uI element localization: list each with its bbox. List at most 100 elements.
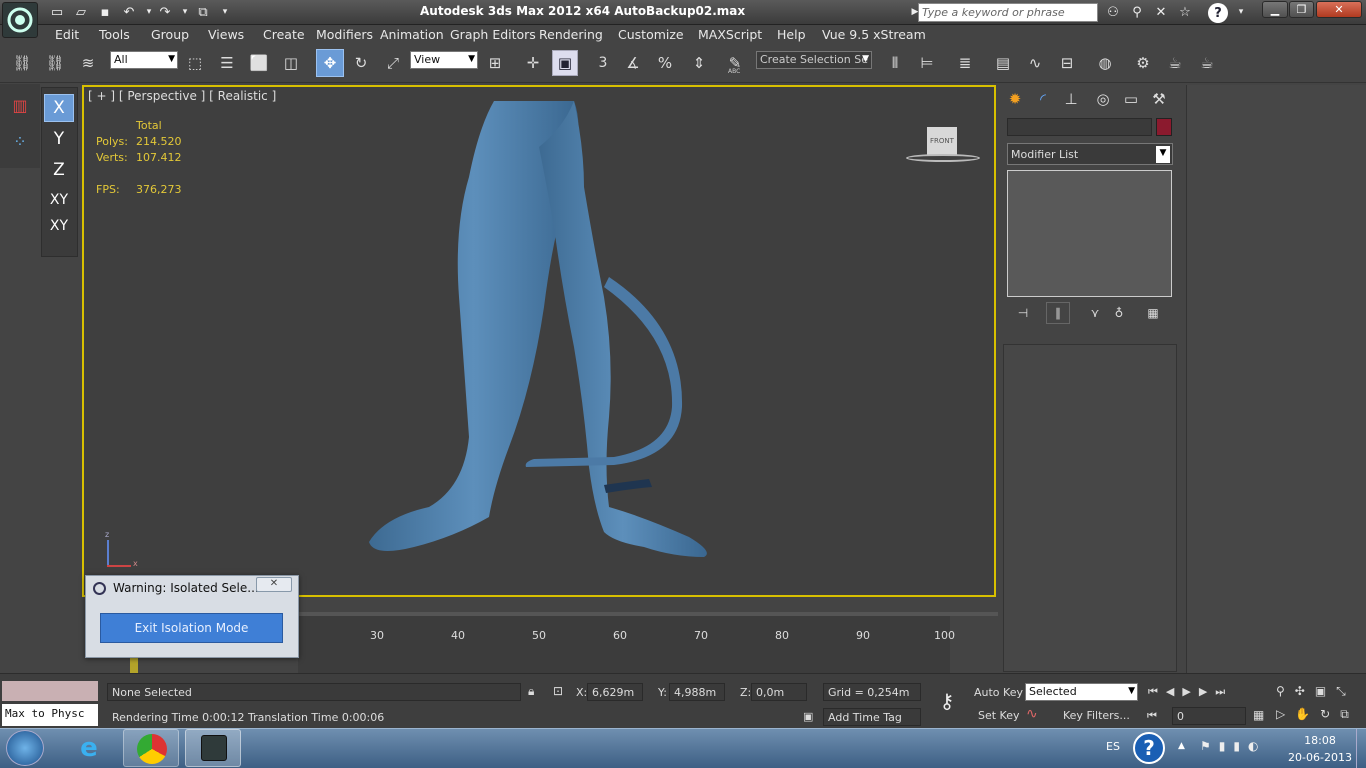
save-file-icon[interactable]: ▪ [96, 3, 114, 21]
select-and-move-icon[interactable]: ✥ [316, 49, 344, 77]
bind-to-space-warp-icon[interactable]: ≋ [75, 50, 101, 76]
close-button[interactable]: ✕ [1316, 1, 1362, 18]
clock-date[interactable]: 20-06-2013 [1280, 751, 1360, 764]
exit-isolation-mode-button[interactable]: Exit Isolation Mode [100, 613, 283, 643]
snaps-toggle-icon[interactable]: 3 [590, 50, 616, 76]
create-tab-icon[interactable]: ✹ [1004, 88, 1026, 110]
maximize-button[interactable]: ❐ [1289, 1, 1314, 18]
help-icon[interactable]: ? [1208, 3, 1228, 23]
menu-help[interactable]: Help [777, 27, 806, 42]
viewport-navigation-bottom[interactable]: ▷✋↻⧉ [1276, 707, 1359, 722]
show-end-result-icon[interactable]: ∥ [1046, 302, 1070, 324]
menu-modifiers[interactable]: Modifiers [316, 27, 373, 42]
configure-modifier-sets-icon[interactable]: ▦ [1142, 302, 1164, 324]
project-folder-icon[interactable]: ⧉ [194, 3, 212, 21]
new-file-icon[interactable]: ▭ [48, 3, 66, 21]
taskbar-chrome-button[interactable] [123, 729, 179, 767]
add-time-tag-icon[interactable]: ▣ [803, 710, 813, 723]
add-time-tag-field[interactable]: Add Time Tag [823, 708, 921, 726]
minimize-button[interactable]: ▁ [1262, 1, 1288, 18]
hierarchy-tab-icon[interactable]: ⊥ [1060, 88, 1082, 110]
axis-xy-snap-button[interactable]: XY [44, 212, 74, 240]
angle-snap-icon[interactable]: ∡ [620, 50, 646, 76]
motion-tab-icon[interactable]: ◎ [1092, 88, 1114, 110]
perspective-viewport[interactable]: FRONT z x [82, 85, 996, 597]
show-desktop-button[interactable] [1356, 729, 1366, 768]
internet-explorer-icon[interactable]: e [72, 733, 106, 763]
key-filters-button[interactable]: Key Filters... [1063, 709, 1130, 722]
render-setup-icon[interactable]: ⚙ [1130, 50, 1156, 76]
object-color-swatch[interactable] [1156, 118, 1172, 136]
modify-tab-icon[interactable]: ◜ [1032, 88, 1054, 110]
search-input[interactable]: Type a keyword or phrase [918, 3, 1098, 22]
time-configuration-icon[interactable]: ▦ [1253, 708, 1264, 722]
menu-animation[interactable]: Animation [380, 27, 444, 42]
z-coord-field[interactable]: 0,0m [751, 683, 807, 701]
system-tray-icons[interactable]: ⚑▮▮◐ [1200, 739, 1266, 753]
remove-modifier-icon[interactable]: ♁ [1108, 302, 1130, 324]
utilities-tab-icon[interactable]: ⚒ [1148, 88, 1170, 110]
extras-toolbar-icon[interactable]: ▥ [8, 96, 32, 118]
clock-time[interactable]: 18:08 [1290, 734, 1350, 747]
undo-icon[interactable]: ↶ [120, 3, 138, 21]
key-mode-dropdown[interactable]: Selected ▼ [1025, 683, 1138, 701]
render-production-icon[interactable]: ☕ [1194, 50, 1220, 76]
taskbar-3dsmax-button[interactable] [185, 729, 241, 767]
axis-z-button[interactable]: Z [44, 156, 74, 184]
auto-key-button[interactable]: Auto Key [974, 686, 1023, 699]
x-coord-field[interactable]: 6,629m [587, 683, 643, 701]
material-editor-icon[interactable]: ◍ [1092, 50, 1118, 76]
playback-controls[interactable]: ⏮◀▶▶⏭ [1148, 685, 1233, 699]
track-bar[interactable] [298, 615, 948, 629]
menu-views[interactable]: Views [208, 27, 244, 42]
menu-tools[interactable]: Tools [99, 27, 130, 42]
viewcube[interactable]: FRONT [927, 127, 957, 155]
favorites-star-icon[interactable]: ☆ [1176, 3, 1194, 21]
pivot-center-icon[interactable]: ⊞ [482, 50, 508, 76]
rectangular-selection-icon[interactable]: ⬜ [246, 50, 272, 76]
app-logo-button[interactable] [2, 2, 38, 38]
maxscript-mini-listener[interactable]: Max to Physc [2, 704, 98, 726]
menu-vue-xstream[interactable]: Vue 9.5 xStream [822, 27, 926, 42]
menu-graph-editors[interactable]: Graph Editors [450, 27, 536, 42]
align-icon[interactable]: ⊨ [914, 50, 940, 76]
keyboard-shortcut-override-icon[interactable]: ▣ [552, 50, 578, 76]
rendered-frame-window-icon[interactable]: ☕ [1162, 50, 1188, 76]
show-hidden-icons-icon[interactable]: ▲ [1178, 741, 1185, 751]
named-selection-sets-dropdown[interactable]: Create Selection Se ▼ [756, 51, 872, 69]
y-coord-field[interactable]: 4,988m [669, 683, 725, 701]
default-in-out-tangents-icon[interactable]: ∿ [1026, 706, 1038, 722]
absolute-offset-mode-icon[interactable]: ⊡ [553, 684, 563, 698]
maxscript-listener-color[interactable] [2, 681, 98, 701]
window-crossing-icon[interactable]: ◫ [278, 50, 304, 76]
unlink-selection-icon[interactable]: ⛓ [42, 50, 68, 76]
binoculars-icon[interactable]: ⚇ [1104, 3, 1122, 21]
redo-icon[interactable]: ↷ [156, 3, 174, 21]
spinner-snap-icon[interactable]: ⇕ [686, 50, 712, 76]
selection-filter-dropdown[interactable]: All ▼ [110, 51, 178, 69]
viewcube-ring[interactable] [906, 154, 980, 162]
viewport-label[interactable]: [ + ] [ Perspective ] [ Realistic ] [88, 89, 276, 103]
layer-manager-icon[interactable]: ≣ [952, 50, 978, 76]
percent-snap-icon[interactable]: % [652, 50, 678, 76]
communication-icon[interactable]: ⚲ [1128, 3, 1146, 21]
menu-customize[interactable]: Customize [618, 27, 684, 42]
start-button[interactable] [6, 730, 44, 766]
axis-y-button[interactable]: Y [44, 125, 74, 153]
language-indicator[interactable]: ES [1106, 740, 1120, 753]
select-by-name-icon[interactable]: ☰ [214, 50, 240, 76]
graphite-modeling-tools-icon[interactable]: ▤ [990, 50, 1016, 76]
select-and-rotate-icon[interactable]: ↻ [348, 50, 374, 76]
mirror-icon[interactable]: ⫴ [882, 50, 908, 76]
select-and-scale-icon[interactable]: ⤢ [380, 50, 406, 76]
menu-rendering[interactable]: Rendering [539, 27, 603, 42]
axis-x-button[interactable]: X [44, 94, 74, 122]
select-and-manipulate-icon[interactable]: ✛ [520, 50, 546, 76]
object-name-field[interactable] [1007, 118, 1152, 136]
menu-group[interactable]: Group [151, 27, 189, 42]
help-dropdown-icon[interactable]: ▾ [1232, 3, 1250, 21]
reference-coordinate-dropdown[interactable]: View ▼ [410, 51, 478, 69]
modifier-stack-list[interactable] [1007, 170, 1172, 297]
menu-maxscript[interactable]: MAXScript [698, 27, 762, 42]
dialog-close-button[interactable]: ✕ [256, 577, 292, 592]
